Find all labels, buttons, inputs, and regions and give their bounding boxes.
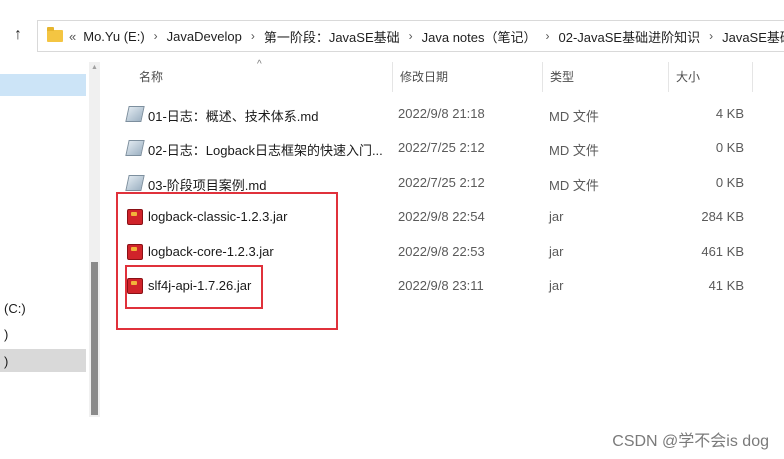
file-size: 461 KB <box>701 244 744 259</box>
file-size: 4 KB <box>715 106 744 121</box>
file-type: jar <box>549 244 564 259</box>
column-header-type[interactable]: 类型 <box>542 62 668 92</box>
nav-item-selected-drive[interactable] <box>0 349 86 372</box>
markdown-file-icon <box>125 140 145 156</box>
file-row[interactable]: 02-日志：Logback日志框架的快速入门... 2022/7/25 2:12… <box>108 131 753 165</box>
nav-item-selected[interactable] <box>0 74 86 96</box>
markdown-file-icon <box>125 106 145 122</box>
file-size: 41 KB <box>708 278 744 293</box>
nav-item-drive-c[interactable]: (C:) <box>4 301 26 316</box>
file-type: MD 文件 <box>549 109 599 124</box>
folder-icon <box>47 27 63 42</box>
file-date: 2022/9/8 22:54 <box>398 209 485 224</box>
file-type: MD 文件 <box>549 178 599 193</box>
file-name: 02-日志：Logback日志框架的快速入门... <box>148 143 383 158</box>
column-header-size[interactable]: 大小 <box>668 62 753 92</box>
file-name: 01-日志：概述、技术体系.md <box>148 109 319 124</box>
nav-scrollbar[interactable]: ▲ <box>89 62 100 417</box>
file-date: 2022/9/8 23:11 <box>398 278 484 293</box>
breadcrumb-javadevelop[interactable]: JavaDevelop <box>167 29 242 44</box>
file-date: 2022/9/8 22:53 <box>398 244 485 259</box>
file-date: 2022/7/25 2:12 <box>398 140 485 155</box>
file-date: 2022/9/8 21:18 <box>398 106 485 121</box>
breadcrumb-overflow-button[interactable]: « <box>69 29 76 44</box>
nav-item-drive[interactable]: ) <box>4 327 8 342</box>
file-type: jar <box>549 209 564 224</box>
column-header-date[interactable]: 修改日期 <box>392 62 542 92</box>
chevron-right-icon[interactable]: › <box>409 29 413 43</box>
chevron-right-icon[interactable]: › <box>709 29 713 43</box>
breadcrumb-stage-one[interactable]: 第一阶段：JavaSE基础 <box>264 27 400 46</box>
file-type: MD 文件 <box>549 143 599 158</box>
highlight-box-jar-group <box>116 192 338 330</box>
up-arrow-button[interactable]: ↑ <box>6 23 30 47</box>
markdown-file-icon <box>125 175 145 191</box>
breadcrumb-javase-current[interactable]: JavaSE基础进 <box>722 27 784 46</box>
breadcrumb-java-notes[interactable]: Java notes（笔记） <box>422 27 537 46</box>
file-size: 0 KB <box>715 140 744 155</box>
scroll-up-icon[interactable]: ▲ <box>89 64 100 71</box>
chevron-right-icon[interactable]: › <box>251 29 255 43</box>
highlight-box-slf4j <box>125 265 263 309</box>
address-toolbar: ↑ « Mo.Yu (E:) › JavaDevelop › 第一阶段：Java… <box>0 0 784 52</box>
file-date: 2022/7/25 2:12 <box>398 175 485 190</box>
breadcrumb-javase-advanced[interactable]: 02-JavaSE基础进阶知识 <box>559 27 701 46</box>
breadcrumb-drive[interactable]: Mo.Yu (E:) <box>83 29 144 44</box>
scrollbar-thumb[interactable] <box>91 262 98 415</box>
watermark: CSDN @学不会is dog <box>612 433 769 450</box>
nav-item-drive-selected-label[interactable]: ) <box>4 354 8 369</box>
address-bar[interactable]: « Mo.Yu (E:) › JavaDevelop › 第一阶段：JavaSE… <box>37 20 784 52</box>
file-type: jar <box>549 278 564 293</box>
chevron-right-icon[interactable]: › <box>154 29 158 43</box>
column-header-name[interactable]: 名称 <box>108 62 392 92</box>
chevron-right-icon[interactable]: › <box>546 29 550 43</box>
file-size: 284 KB <box>701 209 744 224</box>
file-size: 0 KB <box>715 175 744 190</box>
file-row[interactable]: 01-日志：概述、技术体系.md 2022/9/8 21:18 MD 文件 4 … <box>108 97 753 131</box>
